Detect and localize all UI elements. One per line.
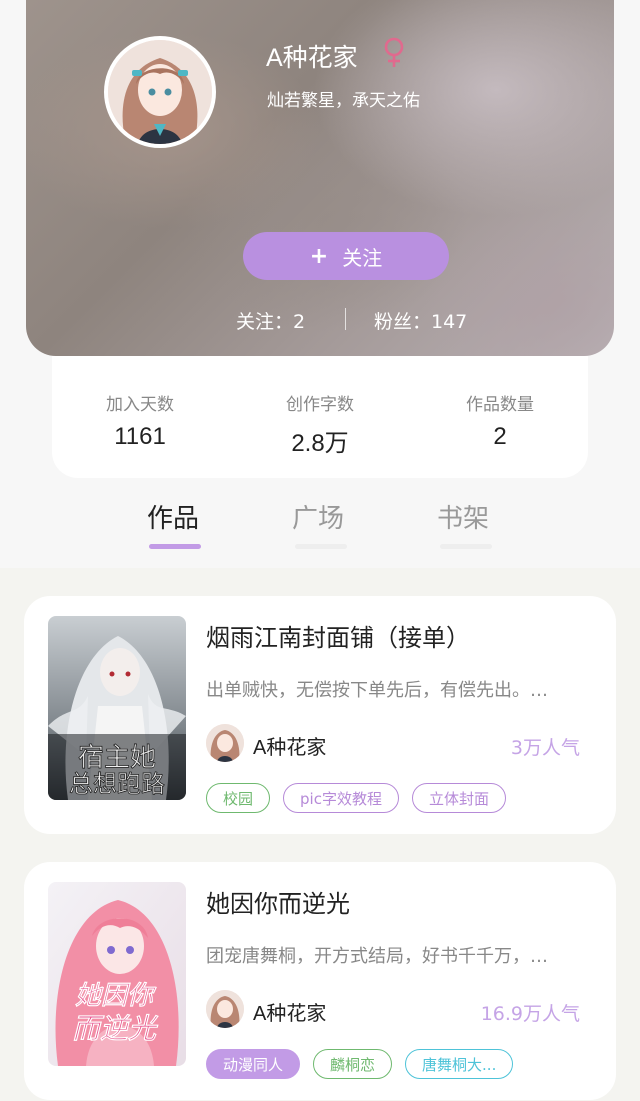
- stat-join-days: 加入天数 1161: [70, 390, 210, 451]
- stat-value: 2.8万: [291, 430, 349, 457]
- author-name: A种花家: [253, 1003, 327, 1025]
- author-name: A种花家: [253, 737, 327, 759]
- popularity-count: 16.9万人气: [480, 1003, 580, 1025]
- tab-indicator: [440, 544, 492, 549]
- author-avatar: [206, 990, 244, 1028]
- stat-word-count: 创作字数 2.8万: [250, 390, 390, 458]
- stat-label: 创作字数: [286, 395, 354, 415]
- stat-divider: [345, 308, 346, 330]
- svg-text:总想跑路: 总想跑路: [69, 770, 165, 798]
- tab-indicator: [295, 544, 347, 549]
- follow-button-label: 关注: [342, 245, 383, 270]
- profile-avatar[interactable]: [104, 36, 216, 148]
- tag-chip[interactable]: 立体封面: [411, 783, 506, 813]
- female-icon: [380, 36, 408, 68]
- following-count[interactable]: 关注：2: [236, 307, 305, 334]
- work-card[interactable]: 宿主她 总想跑路 烟雨江南封面铺（接单） 出单贼快，无偿按下单先后，有偿先出。……: [24, 596, 616, 834]
- tag-chip[interactable]: 唐舞桐大...: [405, 1049, 514, 1079]
- tab-works[interactable]: 作品: [147, 498, 199, 535]
- stat-value: 1161: [114, 423, 166, 450]
- profile-name: A种花家: [266, 44, 358, 72]
- profile-hero-banner: A种花家 灿若繁星，承天之佑 + 关注 关注：2 粉丝：147: [26, 0, 614, 356]
- svg-text:而逆光: 而逆光: [72, 1012, 158, 1045]
- tag-chip[interactable]: pic字效教程: [283, 783, 399, 813]
- svg-text:她因你: 她因你: [75, 981, 157, 1011]
- stat-label: 作品数量: [466, 395, 534, 415]
- stat-value: 2: [493, 423, 507, 450]
- book-description: 出单贼快，无偿按下单先后，有偿先出。…: [206, 680, 548, 701]
- tab-bookshelf[interactable]: 书架: [437, 498, 489, 535]
- fans-count[interactable]: 粉丝：147: [374, 307, 467, 334]
- plus-icon: +: [309, 243, 329, 269]
- svg-text:宿主她: 宿主她: [78, 743, 156, 773]
- follow-button[interactable]: + 关注: [243, 232, 449, 280]
- stat-works-count: 作品数量 2: [430, 390, 570, 451]
- tag-list: 动漫同人 麟桐恋 唐舞桐大...: [206, 1049, 514, 1079]
- tag-list: 校园 pic字效教程 立体封面: [206, 783, 506, 813]
- work-card[interactable]: 她因你 而逆光 她因你而逆光 团宠唐舞桐，开方式结局，好书千千万，… A种花家 …: [24, 862, 616, 1100]
- book-title[interactable]: 烟雨江南封面铺（接单）: [206, 618, 470, 653]
- profile-motto: 灿若繁星，承天之佑: [267, 91, 420, 111]
- book-title[interactable]: 她因你而逆光: [206, 884, 350, 919]
- popularity-count: 3万人气: [510, 737, 580, 759]
- tab-plaza[interactable]: 广场: [292, 498, 344, 535]
- stats-card: 加入天数 1161 创作字数 2.8万 作品数量 2: [52, 356, 588, 478]
- tag-chip[interactable]: 校园: [206, 783, 271, 813]
- book-cover-image[interactable]: 她因你 而逆光: [48, 882, 186, 1066]
- tag-chip[interactable]: 动漫同人: [206, 1049, 301, 1079]
- book-cover-image[interactable]: 宿主她 总想跑路: [48, 616, 186, 800]
- author-avatar: [206, 724, 244, 762]
- tag-chip[interactable]: 麟桐恋: [313, 1049, 393, 1079]
- book-description: 团宠唐舞桐，开方式结局，好书千千万，…: [206, 946, 548, 967]
- stat-label: 加入天数: [106, 395, 174, 415]
- tab-active-indicator: [149, 544, 201, 549]
